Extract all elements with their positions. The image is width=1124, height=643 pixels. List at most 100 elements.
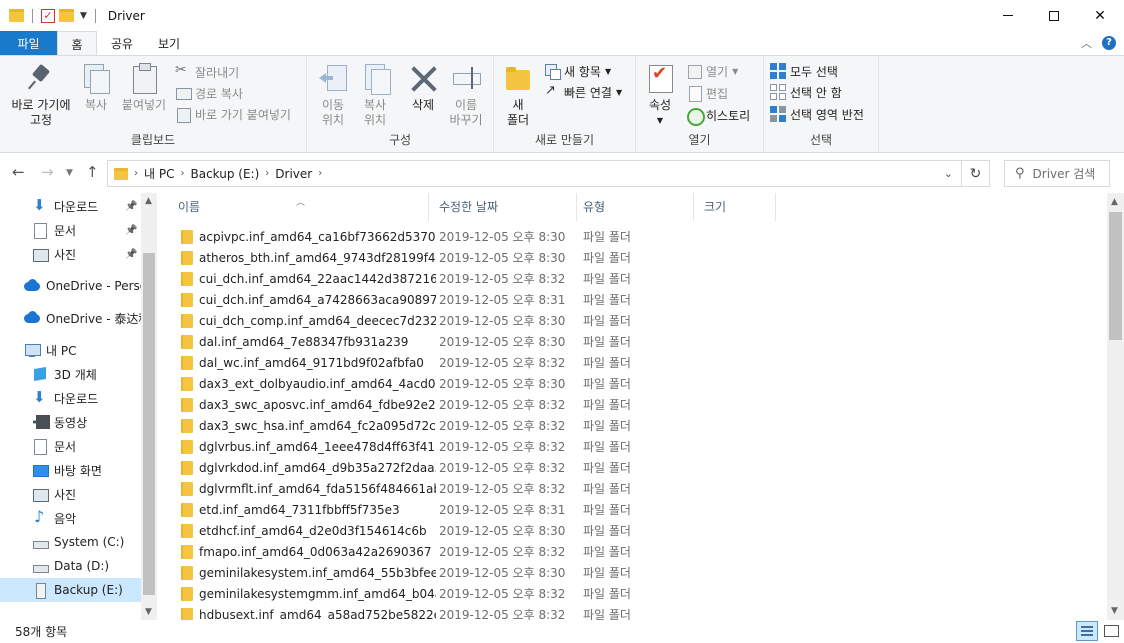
- scroll-down-icon[interactable]: ▼: [145, 607, 152, 617]
- nav-item[interactable]: 사진: [0, 482, 141, 506]
- search-input[interactable]: ⚲ Driver 검색: [1004, 160, 1110, 187]
- column-header-type[interactable]: 유형: [575, 193, 694, 221]
- details-view-button[interactable]: [1076, 621, 1098, 641]
- nav-item[interactable]: OneDrive - Personal: [0, 274, 141, 298]
- new-item-button[interactable]: 새 항목 ▼: [544, 61, 611, 81]
- tab-home[interactable]: 홈: [57, 31, 97, 56]
- forward-button[interactable]: →: [41, 163, 54, 181]
- help-icon[interactable]: ?: [1102, 36, 1116, 50]
- delete-button[interactable]: 삭제: [405, 62, 441, 113]
- file-row[interactable]: dglvrmflt.inf_amd64_fda5156f484661ab 2019…: [170, 478, 1105, 499]
- address-history-dropdown[interactable]: ⌄: [944, 167, 953, 180]
- collapse-ribbon-icon[interactable]: ︿: [1081, 35, 1092, 51]
- file-row[interactable]: etd.inf_amd64_7311fbbff5f735e3 2019-12-05…: [170, 499, 1105, 520]
- large-icons-view-button[interactable]: [1101, 621, 1121, 641]
- file-row[interactable]: dax3_swc_aposvc.inf_amd64_fdbe92e20... 20…: [170, 394, 1105, 415]
- column-header-size[interactable]: 크기: [696, 193, 776, 221]
- breadcrumb-backup-drive[interactable]: Backup (E:): [190, 167, 259, 181]
- file-row[interactable]: cui_dch_comp.inf_amd64_deecec7d232... 201…: [170, 310, 1105, 331]
- scroll-down-icon[interactable]: ▼: [1111, 606, 1118, 616]
- copy-path-button[interactable]: 경로 복사: [175, 83, 243, 103]
- close-button[interactable]: ✕: [1077, 0, 1123, 31]
- nav-item[interactable]: Backup (E:): [0, 578, 141, 602]
- file-row[interactable]: geminilakesystem.inf_amd64_55b3bfee... 20…: [170, 562, 1105, 583]
- edit-button[interactable]: 편집: [686, 83, 728, 103]
- scrollbar-thumb[interactable]: [1109, 212, 1122, 340]
- tab-share[interactable]: 공유: [97, 31, 147, 56]
- file-row[interactable]: etdhcf.inf_amd64_d2e0d3f154614c6b 2019-12…: [170, 520, 1105, 541]
- nav-item[interactable]: 음악: [0, 506, 141, 530]
- file-row[interactable]: dax3_swc_hsa.inf_amd64_fc2a095d72cd... 20…: [170, 415, 1105, 436]
- file-row[interactable]: fmapo.inf_amd64_0d063a42a2690367 2019-12-…: [170, 541, 1105, 562]
- properties-button[interactable]: 속성 ▼: [642, 62, 678, 128]
- pin-to-quick-access-button[interactable]: 바로 가기에 고정: [8, 62, 74, 128]
- chevron-right-icon[interactable]: ›: [134, 168, 138, 179]
- file-row[interactable]: dax3_ext_dolbyaudio.inf_amd64_4acd06... 2…: [170, 373, 1105, 394]
- column-header-name[interactable]: 이름 ︿: [170, 193, 429, 221]
- chevron-right-icon[interactable]: ›: [180, 168, 184, 179]
- nav-item[interactable]: 다운로드 📌: [0, 194, 141, 218]
- file-row[interactable]: cui_dch.inf_amd64_22aac1442d387216 2019-1…: [170, 268, 1105, 289]
- breadcrumb-this-pc[interactable]: 내 PC: [144, 165, 174, 182]
- copy-button[interactable]: 복사: [78, 62, 114, 113]
- file-row[interactable]: dal_wc.inf_amd64_9171bd9f02afbfa0 2019-12…: [170, 352, 1105, 373]
- cut-button[interactable]: 잘라내기: [175, 62, 239, 82]
- invert-selection-button[interactable]: 선택 영역 반전: [770, 104, 864, 124]
- nav-item[interactable]: 문서: [0, 434, 141, 458]
- file-row[interactable]: geminilakesystemgmm.inf_amd64_b04a... 201…: [170, 583, 1105, 604]
- address-bar[interactable]: › 내 PC › Backup (E:) › Driver › ⌄: [107, 160, 962, 187]
- move-to-button[interactable]: 이동 위치: [313, 62, 353, 128]
- new-folder-quick-icon[interactable]: [59, 9, 74, 22]
- nav-item[interactable]: Data (D:): [0, 554, 141, 578]
- scrollbar-thumb[interactable]: [143, 253, 155, 595]
- file-name: etd.inf_amd64_7311fbbff5f735e3: [199, 502, 400, 517]
- file-row[interactable]: cui_dch.inf_amd64_a7428663aca90897 2019-1…: [170, 289, 1105, 310]
- breadcrumb-driver[interactable]: Driver: [275, 167, 312, 181]
- file-row[interactable]: dglvrkdod.inf_amd64_d9b35a272f2daa3a 2019…: [170, 457, 1105, 478]
- nav-item[interactable]: 내 PC: [0, 338, 141, 362]
- open-button[interactable]: 열기 ▼: [686, 61, 738, 81]
- customize-toolbar-dropdown[interactable]: ▼: [80, 11, 87, 21]
- up-button[interactable]: ↑: [86, 163, 99, 181]
- file-row[interactable]: atheros_bth.inf_amd64_9743df28199f4... 20…: [170, 247, 1105, 268]
- back-button[interactable]: ←: [12, 163, 25, 181]
- minimize-button[interactable]: [985, 0, 1031, 31]
- nav-item[interactable]: 동영상: [0, 410, 141, 434]
- file-list-scrollbar[interactable]: ▲ ▼: [1107, 193, 1124, 620]
- select-none-button[interactable]: 선택 안 함: [770, 82, 842, 102]
- paste-shortcut-button[interactable]: 바로 가기 붙여넣기: [175, 104, 291, 124]
- file-name-cell: cui_dch.inf_amd64_a7428663aca90897: [181, 292, 436, 307]
- file-row[interactable]: acpivpc.inf_amd64_ca16bf73662d5370 2019-1…: [170, 226, 1105, 247]
- file-row[interactable]: dglvrbus.inf_amd64_1eee478d4ff63f41 2019-…: [170, 436, 1105, 457]
- recent-locations-dropdown[interactable]: ▼: [66, 168, 73, 178]
- rename-button[interactable]: 이름 바꾸기: [445, 62, 487, 128]
- file-type: 파일 폴더: [583, 461, 631, 475]
- select-all-button[interactable]: 모두 선택: [770, 61, 838, 81]
- scroll-up-icon[interactable]: ▲: [1111, 197, 1118, 207]
- nav-item[interactable]: 사진 📌: [0, 242, 141, 266]
- nav-item[interactable]: 다운로드: [0, 386, 141, 410]
- paste-shortcut-label: 바로 가기 붙여넣기: [195, 107, 291, 122]
- nav-item[interactable]: 3D 개체: [0, 362, 141, 386]
- properties-quick-icon[interactable]: ✓: [41, 8, 55, 23]
- tab-view[interactable]: 보기: [147, 31, 191, 56]
- refresh-button[interactable]: ↻: [962, 160, 990, 187]
- file-row[interactable]: hdbusext.inf_amd64_a58ad752be5822ed 2019-…: [170, 604, 1105, 620]
- nav-item[interactable]: 문서 📌: [0, 218, 141, 242]
- history-button[interactable]: 히스토리: [686, 105, 750, 126]
- file-row[interactable]: dal.inf_amd64_7e88347fb931a239 2019-12-05…: [170, 331, 1105, 352]
- navigation-scrollbar[interactable]: ▲ ▼: [141, 193, 157, 620]
- paste-button[interactable]: 붙여넣기: [118, 62, 170, 113]
- maximize-button[interactable]: [1031, 0, 1077, 31]
- tab-file[interactable]: 파일: [0, 31, 57, 56]
- column-header-date[interactable]: 수정한 날짜: [431, 193, 577, 221]
- easy-access-button[interactable]: 빠른 연결 ▼: [544, 82, 622, 102]
- chevron-right-icon[interactable]: ›: [265, 168, 269, 179]
- chevron-right-icon[interactable]: ›: [318, 168, 322, 179]
- new-folder-button[interactable]: 새 폴더: [502, 62, 534, 128]
- scroll-up-icon[interactable]: ▲: [145, 196, 152, 206]
- nav-item[interactable]: 바탕 화면: [0, 458, 141, 482]
- nav-item[interactable]: OneDrive - 泰达科技: [0, 306, 141, 330]
- nav-item[interactable]: System (C:): [0, 530, 141, 554]
- copy-to-button[interactable]: 복사 위치: [355, 62, 395, 128]
